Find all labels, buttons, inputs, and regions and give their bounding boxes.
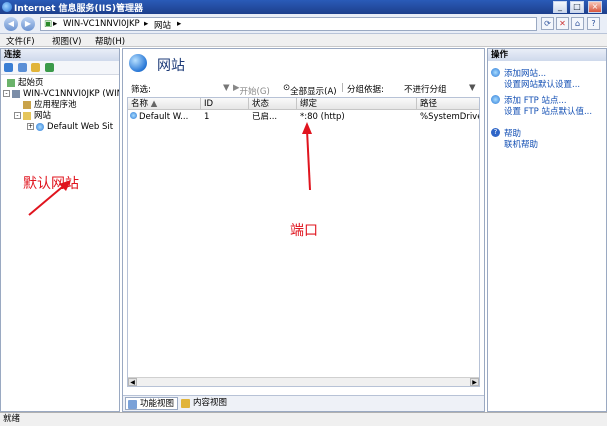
address-root-icon: ▣ [44, 19, 53, 29]
minimize-button[interactable]: _ [553, 1, 567, 13]
page-title: 网站 [157, 58, 185, 74]
column-header-name[interactable]: 名称 ▲ [128, 98, 201, 110]
cell-status: 已启... [252, 112, 278, 122]
annotation-arrow-port [302, 122, 312, 191]
refresh-connections-icon[interactable] [45, 63, 54, 72]
collapse-icon[interactable]: - [14, 112, 21, 119]
filter-input[interactable] [157, 82, 227, 94]
add-ftp-icon [491, 95, 500, 104]
column-header-path[interactable]: 路径 [417, 98, 479, 110]
iis-app-icon [2, 2, 12, 12]
connections-header: 连接 [1, 49, 119, 61]
menu-help[interactable]: 帮助(H) [95, 35, 125, 47]
connections-panel: 连接 起始页 - WIN-VC1NNVI0JKP (WIN 应用程序池 - 网站 +… [0, 48, 120, 412]
refresh-icon[interactable]: ⟳ [541, 17, 554, 30]
tree-item-server[interactable]: - WIN-VC1NNVI0JKP (WIN [3, 89, 119, 100]
sites-globe-icon [129, 54, 147, 72]
address-box[interactable]: ▣ ▸ WIN-VC1NNVI0JKP ▸ 网站 ▸ [40, 17, 537, 31]
window-title: Internet 信息服务(IIS)管理器 [14, 4, 143, 14]
sites-panel: 网站 筛选: ▼ ▶ 开始(G) ⊙ 全部显示(A) | 分组依据: 不进行分组… [122, 48, 485, 412]
group-by-dropdown-icon[interactable]: ▼ [469, 83, 476, 93]
menu-view[interactable]: 视图(V) [52, 35, 81, 47]
group-by-select[interactable]: 不进行分组 [404, 83, 447, 95]
tree-item-app-pools[interactable]: 应用程序池 [23, 100, 77, 111]
column-header-status[interactable]: 状态 [249, 98, 297, 110]
menu-file[interactable]: 文件(F) [6, 35, 35, 47]
save-icon[interactable] [18, 63, 27, 72]
close-button[interactable]: × [588, 1, 602, 13]
content-view-icon [181, 399, 190, 408]
features-view-icon [128, 400, 137, 409]
scroll-left-icon[interactable]: ◀ [128, 378, 137, 386]
tab-features-view[interactable]: 功能视图 [125, 397, 179, 410]
cell-path: %SystemDrive [420, 112, 480, 122]
menu-bar: 文件(F) 视图(V) 帮助(H) [0, 34, 607, 47]
address-bar: ◀ ▶ ▣ ▸ WIN-VC1NNVI0JKP ▸ 网站 ▸ ⟳ ✕ ⌂ ? [0, 14, 607, 34]
status-bar: 就绪 [0, 412, 607, 426]
help-icon: ? [491, 128, 500, 137]
online-help-link[interactable]: 联机帮助 [504, 138, 538, 150]
cell-name: Default W... [139, 112, 189, 122]
address-separator: ▸ [177, 19, 182, 29]
group-by-label: 分组依据: [347, 85, 384, 95]
annotation-port: 端口 [290, 223, 318, 239]
forward-arrow-icon[interactable]: ▶ [21, 17, 35, 31]
start-filter-button[interactable]: ▶ 开始(G) [233, 83, 270, 97]
expand-icon[interactable]: + [27, 123, 34, 130]
server-icon [12, 89, 20, 98]
back-arrow-icon[interactable]: ◀ [4, 17, 18, 31]
home-icon[interactable]: ⌂ [571, 17, 584, 30]
set-ftp-defaults-link[interactable]: 设置 FTP 站点默认值... [504, 105, 592, 117]
add-site-icon [491, 68, 500, 77]
tree-item-start-page[interactable]: 起始页 [7, 78, 44, 89]
annotation-default-site: 默认网站 [23, 176, 79, 192]
globe-icon [36, 122, 44, 131]
column-header-binding[interactable]: 绑定 [297, 98, 417, 110]
view-tabs: 功能视图 内容视图 [123, 395, 484, 411]
actions-panel: 操作 添加网站... 设置网站默认设置... 添加 FTP 站点... 设置 F… [487, 48, 607, 412]
tree-item-default-web-site[interactable]: + Default Web Sit [27, 122, 113, 133]
cell-id: 1 [204, 112, 210, 122]
show-all-button[interactable]: ⊙ 全部显示(A) [283, 83, 337, 97]
address-segment-sites[interactable]: 网站 [154, 19, 171, 31]
app-pool-icon [23, 100, 31, 109]
stop-icon[interactable]: ✕ [556, 17, 569, 30]
help-icon[interactable]: ? [587, 17, 600, 30]
sites-header: 网站 [123, 49, 484, 79]
collapse-icon[interactable]: - [3, 90, 10, 97]
sites-folder-icon [23, 111, 31, 120]
column-header-id[interactable]: ID [201, 98, 249, 110]
title-bar: Internet 信息服务(IIS)管理器 _ □ × [0, 0, 607, 14]
horizontal-scrollbar[interactable]: ◀ ▶ [128, 377, 479, 386]
filter-label: 筛选: [131, 85, 151, 95]
connections-toolbar [1, 61, 119, 75]
address-separator: ▸ [144, 19, 149, 29]
tree-item-sites[interactable]: - 网站 [14, 111, 51, 122]
maximize-button[interactable]: □ [570, 1, 584, 13]
sites-table: 名称 ▲ ID 状态 绑定 路径 Default W... 1 已启... *:… [127, 97, 480, 387]
set-site-defaults-link[interactable]: 设置网站默认设置... [504, 78, 580, 90]
up-folder-icon[interactable] [31, 63, 40, 72]
start-page-icon [7, 78, 15, 87]
scroll-right-icon[interactable]: ▶ [470, 378, 479, 386]
filter-dropdown-icon[interactable]: ▼ [223, 83, 230, 93]
connect-icon[interactable] [4, 63, 13, 72]
filter-bar: 筛选: ▼ ▶ 开始(G) ⊙ 全部显示(A) | 分组依据: 不进行分组 ▼ [127, 81, 480, 97]
actions-header: 操作 [488, 49, 606, 61]
tab-content-view[interactable]: 内容视图 [179, 397, 230, 410]
sort-asc-icon: ▲ [150, 99, 158, 109]
address-segment-server[interactable]: WIN-VC1NNVI0JKP [63, 19, 140, 29]
globe-icon [130, 112, 137, 119]
